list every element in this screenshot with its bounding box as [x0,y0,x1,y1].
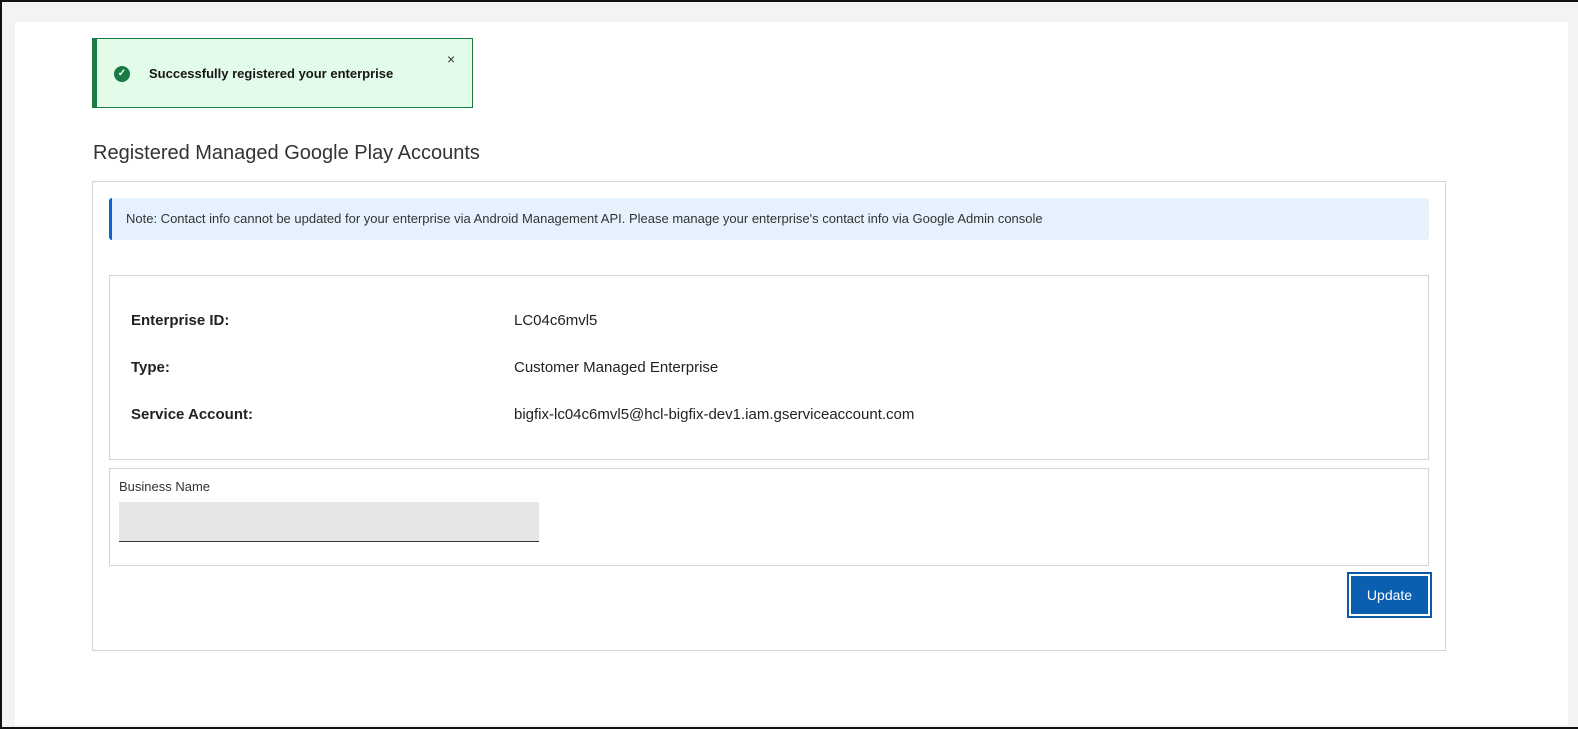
detail-label: Type: [131,359,170,376]
business-name-section: Business Name [109,468,1429,566]
update-button[interactable]: Update [1347,572,1432,618]
success-toast: ✓ Successfully registered your enterpris… [92,38,473,108]
accounts-panel: Note: Contact info cannot be updated for… [92,181,1446,651]
detail-row-type: Type: Customer Managed Enterprise [131,359,718,376]
toast-message: Successfully registered your enterprise [149,66,394,81]
info-note: Note: Contact info cannot be updated for… [109,198,1429,240]
business-name-input[interactable] [119,502,539,542]
enterprise-details: Enterprise ID: LC04c6mvl5 Type: Customer… [109,275,1429,460]
detail-row-service-account: Service Account: bigfix-lc04c6mvl5@hcl-b… [131,406,914,423]
detail-row-enterprise-id: Enterprise ID: LC04c6mvl5 [131,312,597,329]
business-name-label: Business Name [119,479,211,494]
update-button-label: Update [1351,576,1428,614]
detail-value: LC04c6mvl5 [514,312,598,329]
close-icon[interactable]: × [447,51,455,67]
page-title: Registered Managed Google Play Accounts [93,142,480,164]
detail-value: Customer Managed Enterprise [514,359,719,376]
detail-label: Service Account: [131,406,253,423]
detail-value: bigfix-lc04c6mvl5@hcl-bigfix-dev1.iam.gs… [514,406,915,423]
detail-label: Enterprise ID: [131,312,230,329]
check-circle-icon: ✓ [114,66,130,82]
